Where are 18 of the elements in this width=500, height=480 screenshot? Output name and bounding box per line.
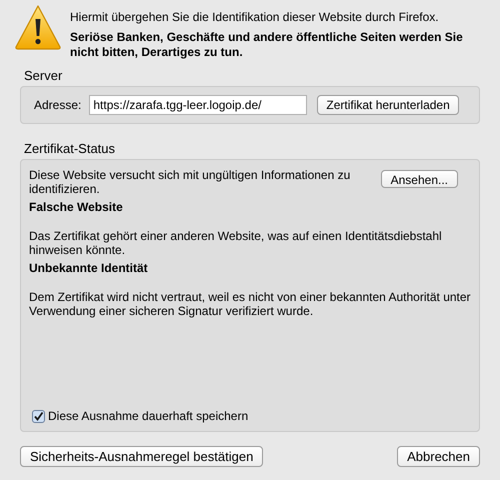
warning-icon — [14, 4, 62, 50]
description-text: Dem Zertifikat wird nicht vertraut, weil es nicht von einer bekannten Authorität unter Verwendung einer sicheren Signatur verifiziert wurde. — [29, 290, 471, 318]
address-label: Adresse: — [34, 97, 82, 114]
address-field[interactable]: https://zarafa.tgg-leer.logoip.de/ — [89, 95, 308, 115]
info-message: Hiermit übergehen Sie die Identifikation dieser Website durch Firefox. — [70, 10, 440, 25]
view-certificate-button[interactable]: Ansehen... — [380, 170, 458, 188]
cancel-button[interactable]: Abbrechen — [397, 446, 480, 467]
warning-message: Seriöse Banken, Geschäfte und andere öffentliche Seiten werden Sie nicht bitten, Derartiges zu tun. — [70, 30, 464, 60]
checkbox[interactable] — [32, 410, 45, 422]
description-text: Das Zertifikat gehört einer anderen Website, was auf einen Identitätsdiebstahl hinweisen könnte. — [29, 229, 443, 257]
section-title: Server — [24, 68, 64, 84]
section-heading: Unbekannte Identität — [29, 261, 149, 276]
description-text: Diese Website versucht sich mit ungültigen Informationen zu identifizieren. — [29, 168, 352, 196]
checkbox-label: Diese Ausnahme dauerhaft speichern — [48, 408, 248, 425]
download-certificate-button[interactable]: Zertifikat herunterladen — [317, 95, 459, 115]
confirm-exception-button[interactable]: Sicherheits-Ausnahmeregel bestätigen — [20, 446, 264, 467]
section-title: Zertifikat-Status — [24, 141, 116, 157]
section-heading: Falsche Website — [29, 200, 124, 215]
